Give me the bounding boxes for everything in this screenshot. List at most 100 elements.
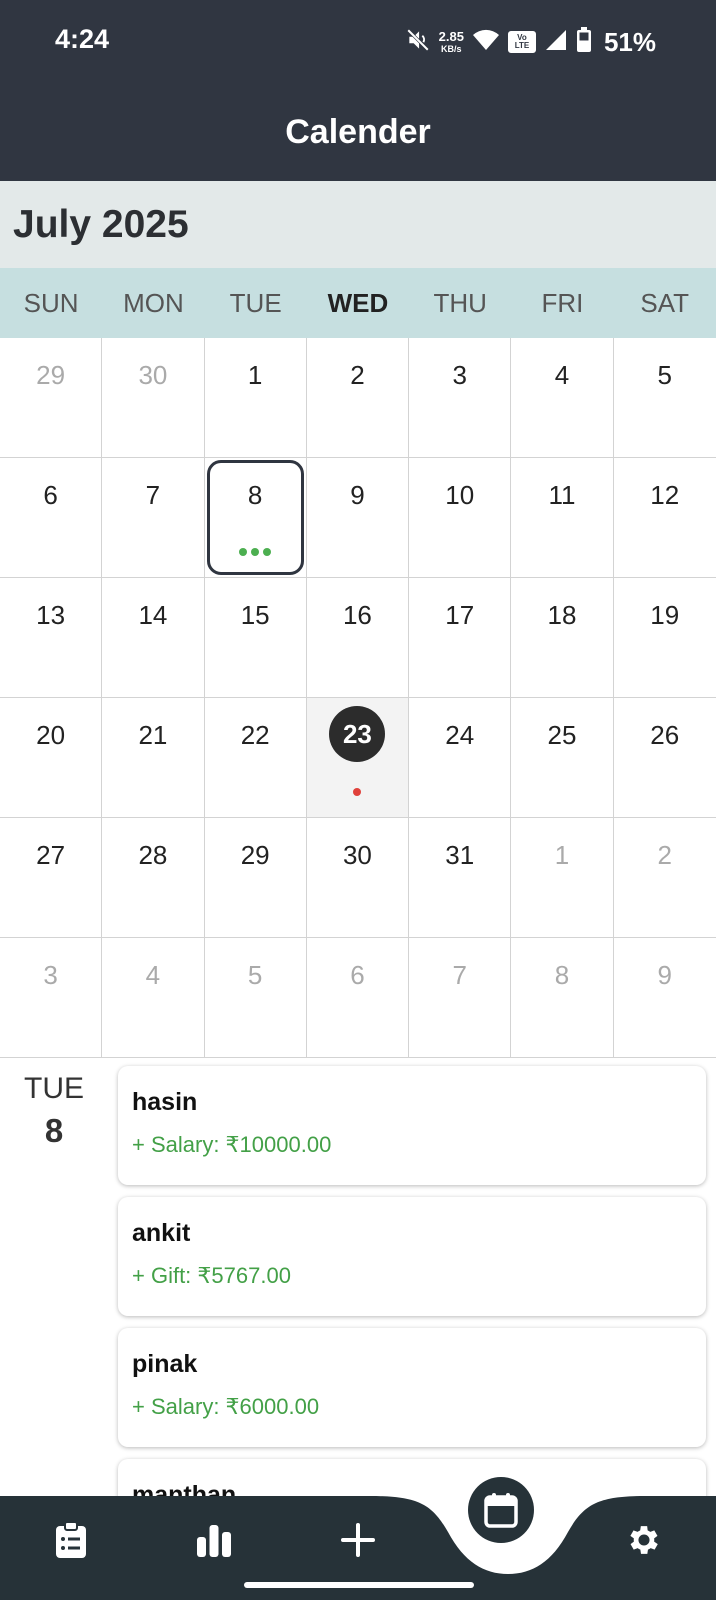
calendar-day[interactable]: 10: [409, 458, 512, 578]
calendar-day[interactable]: 3: [0, 938, 103, 1058]
month-title[interactable]: July 2025: [13, 203, 189, 247]
calendar-day[interactable]: 27: [0, 818, 103, 938]
day-number: 29: [36, 360, 66, 390]
calendar-day-selected[interactable]: 8: [204, 458, 307, 578]
day-number: 30: [342, 840, 372, 870]
weekday-wed: WED: [327, 288, 389, 318]
weekday-tue: TUE: [229, 288, 282, 318]
transaction-card[interactable]: pinak + Salary: ₹6000.00: [118, 1328, 706, 1447]
calendar-day[interactable]: 29: [204, 818, 307, 938]
calendar-day[interactable]: 16: [306, 578, 410, 698]
day-number: 30: [138, 360, 168, 390]
calendar-day[interactable]: 4: [511, 338, 614, 458]
day-number: 2: [657, 840, 672, 870]
calendar-day[interactable]: 29: [0, 338, 103, 458]
stats-icon[interactable]: [184, 1510, 244, 1570]
home-indicator[interactable]: [244, 1582, 474, 1588]
day-number: 1: [554, 840, 570, 870]
calendar-day[interactable]: 26: [613, 698, 716, 818]
calendar-day[interactable]: 11: [511, 458, 614, 578]
calendar-day[interactable]: 22: [204, 698, 307, 818]
calendar-day[interactable]: 14: [102, 578, 205, 698]
day-number: 29: [240, 840, 270, 870]
day-number: 6: [350, 960, 365, 990]
calendar-day[interactable]: 24: [409, 698, 512, 818]
calendar-day[interactable]: 13: [0, 578, 103, 698]
calendar-day[interactable]: 17: [409, 578, 512, 698]
day-number: 24: [445, 720, 475, 750]
calendar-day[interactable]: 5: [613, 338, 716, 458]
day-number: 4: [554, 360, 570, 390]
calendar-day[interactable]: 25: [511, 698, 614, 818]
day-number: 22: [240, 720, 270, 750]
transaction-card[interactable]: manthan: [118, 1459, 706, 1496]
selection-outline: [206, 460, 304, 575]
add-icon[interactable]: [328, 1510, 388, 1570]
calendar-day[interactable]: 30: [102, 338, 205, 458]
day-number: 25: [547, 720, 577, 750]
calendar-day[interactable]: 9: [613, 938, 716, 1058]
day-number: 1: [247, 360, 263, 390]
event-dots: [205, 548, 306, 556]
transaction-name: manthan: [132, 1481, 237, 1496]
net-speed: 2.85 KB/s: [438, 29, 464, 54]
calendar-day[interactable]: 3: [409, 338, 512, 458]
month-header: July 2025: [0, 181, 716, 268]
transaction-card[interactable]: ankit + Gift: ₹5767.00: [118, 1197, 706, 1316]
battery-percent: 51%: [603, 26, 656, 57]
calendar-day[interactable]: 4: [102, 938, 205, 1058]
day-number: 11: [548, 480, 576, 510]
calendar-day[interactable]: 8: [511, 938, 614, 1058]
calendar-day[interactable]: 2: [306, 338, 410, 458]
calendar-day[interactable]: 1: [511, 818, 614, 938]
today-marker: 23: [329, 706, 386, 762]
transaction-amount: + Gift: ₹5767.00: [132, 1263, 291, 1288]
calendar-day[interactable]: 7: [102, 458, 205, 578]
selected-weekday: TUE: [24, 1072, 84, 1105]
day-number: 19: [650, 600, 680, 630]
transaction-name: hasin: [132, 1088, 198, 1116]
calendar-day[interactable]: 6: [306, 938, 410, 1058]
calendar-day[interactable]: 31: [409, 818, 512, 938]
volte-icon: Vo LTE: [507, 31, 536, 53]
transaction-amount: + Salary: ₹6000.00: [132, 1394, 320, 1419]
calendar-day[interactable]: 18: [511, 578, 614, 698]
day-number: 8: [554, 960, 570, 990]
calendar-icon[interactable]: [468, 1477, 534, 1543]
calendar-day[interactable]: 7: [409, 938, 512, 1058]
day-number: 26: [650, 720, 680, 750]
calendar-week: 29 30 1 2 3 4 5: [0, 338, 716, 458]
day-number: 31: [445, 840, 475, 870]
transaction-card[interactable]: hasin + Salary: ₹10000.00: [118, 1066, 706, 1185]
transaction-name: pinak: [132, 1350, 198, 1378]
day-number: 18: [547, 600, 577, 630]
calendar-day[interactable]: 5: [204, 938, 307, 1058]
weekday-sun: SUN: [23, 288, 79, 318]
mute-icon: [405, 27, 431, 58]
day-number: 13: [36, 600, 66, 630]
day-number: 4: [145, 960, 161, 990]
calendar-day[interactable]: 28: [102, 818, 205, 938]
calendar-day[interactable]: 9: [306, 458, 410, 578]
page-title: Calender: [285, 113, 431, 151]
calendar-day-today[interactable]: 23: [306, 698, 410, 818]
today-dot: [353, 788, 362, 796]
calendar-day[interactable]: 21: [102, 698, 205, 818]
day-number: 5: [247, 960, 263, 990]
calendar-week: 20 21 22 23 24 25 26: [0, 698, 716, 818]
wifi-icon: [472, 28, 500, 57]
calendar-day[interactable]: 6: [0, 458, 103, 578]
calendar-day[interactable]: 12: [613, 458, 716, 578]
calendar-day[interactable]: 15: [204, 578, 307, 698]
selected-day-number: 8: [44, 1112, 64, 1149]
settings-icon[interactable]: [614, 1510, 674, 1570]
calendar-day[interactable]: 2: [613, 818, 716, 938]
transactions-icon[interactable]: [41, 1510, 101, 1570]
calendar-day[interactable]: 1: [204, 338, 307, 458]
calendar-day[interactable]: 19: [613, 578, 716, 698]
calendar-day[interactable]: 30: [306, 818, 410, 938]
calendar-week: 6 7 8 9 10 11 12: [0, 458, 716, 578]
transaction-name: ankit: [132, 1219, 191, 1247]
day-number: 9: [350, 480, 365, 510]
calendar-day[interactable]: 20: [0, 698, 103, 818]
